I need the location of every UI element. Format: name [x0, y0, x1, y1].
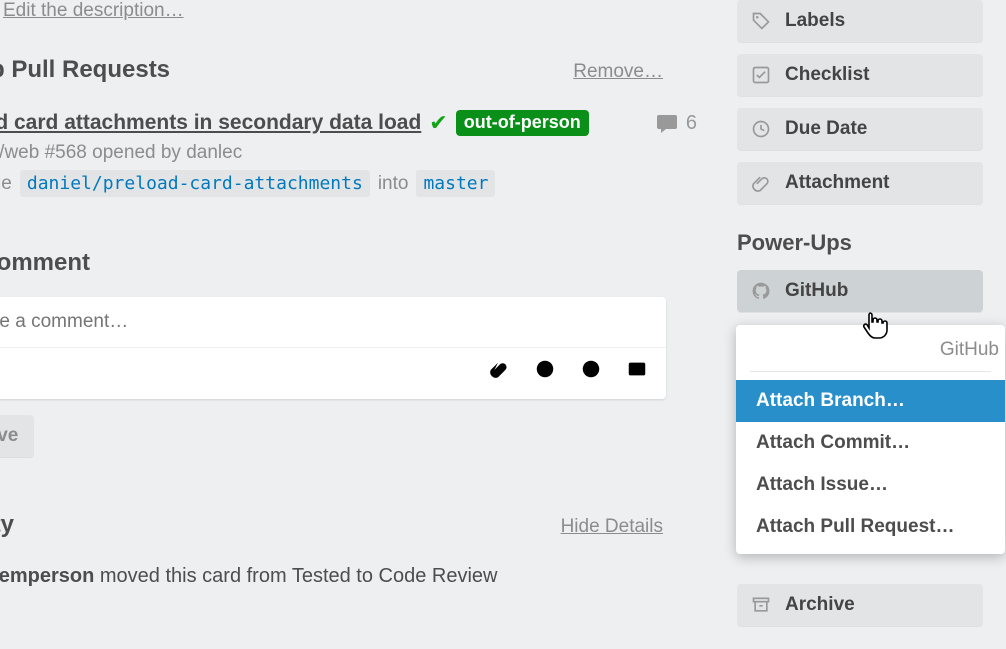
pull-request-meta: trello/web #568 opened by danlec	[0, 142, 703, 164]
comment-count-value: 6	[686, 112, 697, 135]
activity-text: moved this card from Tested to Code Revi…	[94, 565, 497, 587]
labels-label: Labels	[785, 10, 845, 32]
remove-pull-requests-link[interactable]: Remove…	[573, 61, 663, 83]
archive-button[interactable]: Archive	[737, 584, 983, 626]
attachment-button[interactable]: Attachment	[737, 162, 983, 204]
check-icon: ✔	[429, 110, 447, 136]
popover-title: GitHub	[736, 325, 1005, 371]
attachment-label: Attachment	[785, 172, 890, 194]
emoji-icon[interactable]	[580, 358, 602, 385]
pull-request-title-link[interactable]: Load card attachments in secondary data …	[0, 111, 421, 135]
due-date-button[interactable]: Due Date	[737, 108, 983, 150]
pull-requests-header: Hub Pull Requests Remove…	[0, 56, 703, 84]
mention-icon[interactable]	[534, 358, 556, 385]
activity-entry: ris Temperson moved this card from Teste…	[0, 565, 703, 588]
checklist-icon	[751, 65, 771, 85]
pull-request-merge-line: merge daniel/preload-card-attachments in…	[0, 170, 703, 197]
attachment-icon[interactable]	[488, 358, 510, 385]
comment-input[interactable]	[0, 311, 666, 347]
hide-details-link[interactable]: Hide Details	[561, 516, 663, 538]
activity-actor: ris Temperson	[0, 565, 94, 587]
card-icon[interactable]	[626, 358, 648, 385]
comment-box	[0, 297, 666, 399]
github-icon	[751, 281, 771, 301]
popover-item-attach-branch[interactable]: Attach Branch…	[736, 380, 1005, 422]
activity-heading: tivity	[0, 511, 14, 539]
archive-icon	[751, 595, 771, 615]
paperclip-icon	[751, 173, 771, 193]
comment-icon	[655, 111, 679, 135]
powerups-heading: Power-Ups	[737, 230, 1006, 256]
status-badge: out-of-person	[456, 110, 589, 136]
activity-header: tivity Hide Details	[0, 511, 703, 539]
checklist-label: Checklist	[785, 64, 869, 86]
divider	[750, 371, 991, 372]
pull-requests-title: Hub Pull Requests	[0, 56, 170, 84]
source-branch-chip[interactable]: daniel/preload-card-attachments	[20, 170, 370, 197]
edit-description-link[interactable]: Edit the description…	[3, 0, 184, 22]
pull-request-item: Load card attachments in secondary data …	[0, 110, 703, 197]
add-comment-heading: d Comment	[0, 249, 703, 277]
pull-request-row: Load card attachments in secondary data …	[0, 110, 703, 136]
tag-icon	[751, 11, 771, 31]
due-date-label: Due Date	[785, 118, 867, 140]
save-comment-button[interactable]: Save	[0, 415, 34, 457]
popover-item-attach-commit[interactable]: Attach Commit…	[736, 422, 1005, 464]
github-label: GitHub	[785, 280, 848, 302]
labels-button[interactable]: Labels	[737, 0, 983, 42]
comment-count[interactable]: 6	[655, 111, 697, 135]
target-branch-chip[interactable]: master	[416, 170, 495, 197]
github-powerup-button[interactable]: GitHub	[737, 270, 983, 312]
popover-item-attach-pull-request[interactable]: Attach Pull Request…	[736, 506, 1005, 548]
github-popover: GitHub Attach Branch… Attach Commit… Att…	[736, 325, 1005, 554]
checklist-button[interactable]: Checklist	[737, 54, 983, 96]
archive-label: Archive	[785, 594, 855, 616]
popover-item-attach-issue[interactable]: Attach Issue…	[736, 464, 1005, 506]
comment-toolbar	[0, 347, 666, 399]
clock-icon	[751, 119, 771, 139]
